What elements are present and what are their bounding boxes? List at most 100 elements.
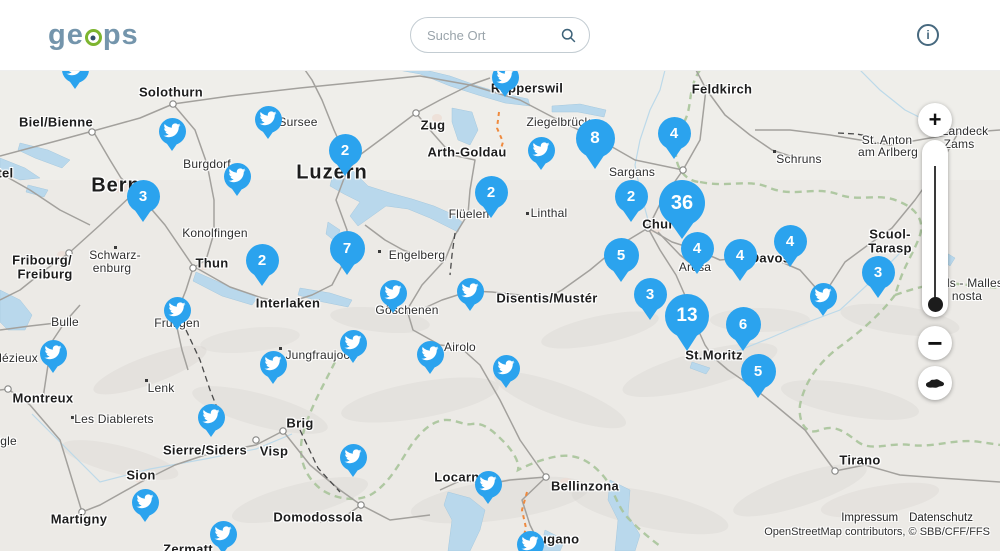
twitter-bird-icon (422, 345, 439, 362)
zoom-slider-track-line (934, 166, 936, 298)
marker-tail (68, 79, 82, 89)
marker-tail (230, 186, 244, 196)
search-icon[interactable] (560, 27, 577, 44)
twitter-bird-icon (203, 408, 220, 425)
zoom-slider[interactable] (922, 140, 948, 317)
cluster-count: 4 (681, 232, 714, 265)
cluster-marker[interactable]: 7 (330, 231, 365, 266)
info-button-label: i (926, 28, 929, 42)
cluster-marker[interactable]: 2 (615, 180, 648, 213)
cluster-marker[interactable]: 2 (475, 176, 508, 209)
logo-text-pre: ge (48, 21, 84, 49)
cluster-marker[interactable]: 2 (329, 134, 362, 167)
cluster-marker[interactable]: 4 (681, 232, 714, 265)
twitter-bird-icon (137, 493, 154, 510)
cluster-marker[interactable]: 13 (665, 294, 709, 338)
twitter-bird-icon (67, 70, 84, 77)
twitter-marker[interactable] (810, 283, 837, 310)
twitter-bird-icon (164, 122, 181, 139)
twitter-marker[interactable] (198, 404, 225, 431)
twitter-marker[interactable] (417, 341, 444, 368)
cluster-count: 5 (604, 238, 639, 273)
twitter-bird-icon (260, 110, 277, 127)
twitter-marker[interactable] (164, 297, 191, 324)
cluster-marker[interactable]: 3 (127, 180, 160, 213)
zoom-in-button[interactable]: + (918, 103, 952, 137)
geops-logo[interactable]: ge ps (48, 21, 139, 49)
cluster-marker[interactable]: 36 (659, 180, 705, 226)
twitter-marker[interactable] (40, 340, 67, 367)
twitter-bird-icon (215, 525, 232, 542)
info-button[interactable]: i (917, 24, 939, 46)
cluster-marker[interactable]: 2 (246, 244, 279, 277)
marker-tail (266, 374, 280, 384)
twitter-bird-icon (45, 344, 62, 361)
twitter-marker[interactable] (132, 489, 159, 516)
marker-tail (216, 544, 230, 551)
map[interactable]: BernLuzernSolothurnBiel/BienneNeuchâtelZ… (0, 70, 1000, 551)
marker-tail (138, 512, 152, 522)
twitter-marker[interactable] (159, 118, 186, 145)
twitter-marker[interactable] (255, 106, 282, 133)
footer-links: Impressum Datenschutz (841, 512, 973, 524)
cluster-count: 2 (615, 180, 648, 213)
cluster-count: 6 (726, 307, 761, 342)
zoom-slider-handle[interactable] (928, 297, 943, 312)
marker-tail (534, 160, 548, 170)
fit-switzerland-button[interactable] (918, 366, 952, 400)
marker-tail (481, 494, 495, 504)
twitter-bird-icon (462, 282, 479, 299)
marker-tail (498, 87, 512, 97)
twitter-marker[interactable] (260, 351, 287, 378)
cluster-count: 2 (475, 176, 508, 209)
marker-tail (46, 363, 60, 373)
twitter-marker[interactable] (528, 137, 555, 164)
map-attribution: OpenStreetMap contributors, © SBB/CFF/FF… (764, 526, 990, 538)
datenschutz-link[interactable]: Datenschutz (909, 512, 973, 524)
impressum-link[interactable]: Impressum (841, 512, 898, 524)
cluster-marker[interactable]: 8 (576, 119, 615, 158)
twitter-bird-icon (522, 535, 539, 551)
cluster-marker[interactable]: 4 (724, 239, 757, 272)
cluster-marker[interactable]: 4 (658, 117, 691, 150)
twitter-marker[interactable] (492, 70, 519, 91)
twitter-bird-icon (533, 141, 550, 158)
logo-dot (91, 35, 96, 40)
cluster-marker[interactable]: 5 (604, 238, 639, 273)
cluster-count: 2 (329, 134, 362, 167)
twitter-bird-icon (385, 284, 402, 301)
twitter-marker[interactable] (210, 521, 237, 548)
twitter-marker[interactable] (457, 278, 484, 305)
zoom-out-button[interactable]: − (918, 326, 952, 360)
marker-tail (386, 303, 400, 313)
cluster-count: 36 (659, 180, 705, 226)
cluster-marker[interactable]: 3 (634, 278, 667, 311)
marker-tail (346, 353, 360, 363)
twitter-marker[interactable] (340, 444, 367, 471)
marker-tail (816, 306, 830, 316)
twitter-bird-icon (169, 301, 186, 318)
twitter-marker[interactable] (340, 330, 367, 357)
twitter-bird-icon (265, 355, 282, 372)
cluster-count: 2 (246, 244, 279, 277)
twitter-marker[interactable] (493, 355, 520, 382)
twitter-marker[interactable] (475, 471, 502, 498)
twitter-marker[interactable] (517, 531, 544, 551)
twitter-bird-icon (480, 475, 497, 492)
cluster-marker[interactable]: 3 (862, 256, 895, 289)
header-bar: ge ps i (0, 0, 1000, 71)
cluster-count: 3 (862, 256, 895, 289)
cluster-count: 4 (774, 225, 807, 258)
switzerland-outline-icon (924, 376, 946, 391)
cluster-marker[interactable]: 4 (774, 225, 807, 258)
twitter-bird-icon (345, 448, 362, 465)
twitter-marker[interactable] (380, 280, 407, 307)
twitter-marker[interactable] (224, 163, 251, 190)
marker-tail (499, 378, 513, 388)
cluster-count: 7 (330, 231, 365, 266)
search-input[interactable] (425, 27, 560, 44)
cluster-marker[interactable]: 5 (741, 354, 776, 389)
twitter-bird-icon (498, 359, 515, 376)
marker-tail (170, 320, 184, 330)
cluster-marker[interactable]: 6 (726, 307, 761, 342)
